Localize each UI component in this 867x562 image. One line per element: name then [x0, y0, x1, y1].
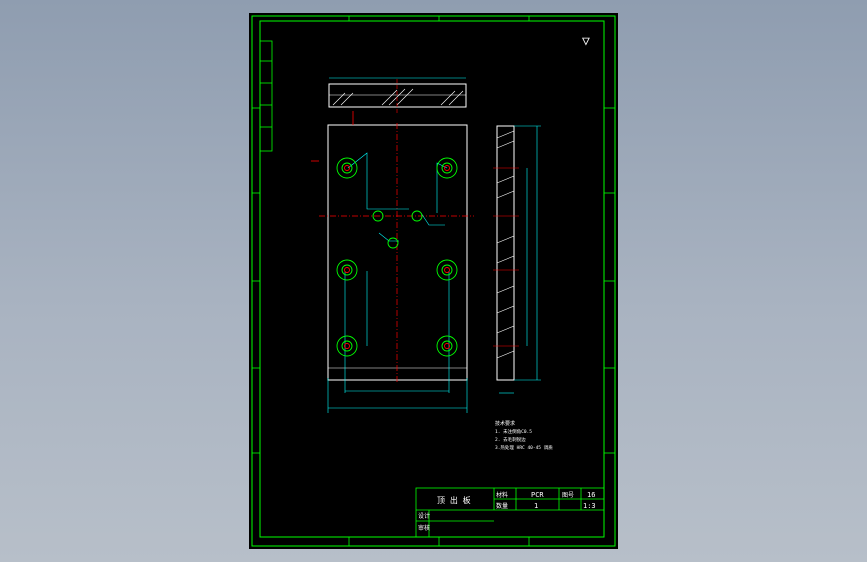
note-2: 2. 去毛刺锐边 [495, 436, 526, 443]
top-section-view [328, 77, 467, 113]
note-1: 1. 未注倒角C0.5 [495, 428, 532, 435]
technical-notes: 技术要求 1. 未注倒角C0.5 2. 去毛刺锐边 3.热处理 HRC 40-4… [495, 420, 553, 451]
material-value: PCR [531, 491, 544, 499]
cad-drawing: ▽ 技术要求 1. 未注倒角C0.5 2. 去毛刺锐边 3.热处理 HRC 40… [251, 15, 616, 547]
drawing-no-label: 图号 [562, 492, 574, 499]
part-name: 顶 出 板 [437, 495, 471, 505]
checker-label: 审核 [418, 524, 430, 532]
outer-frame [251, 15, 616, 547]
quantity-value: 1 [534, 502, 538, 510]
quantity-label: 数量 [496, 502, 508, 510]
notes-title: 技术要求 [495, 420, 515, 427]
drawing-no-value: 16 [587, 491, 595, 499]
designer-label: 设计 [418, 512, 430, 520]
title-block: 顶 出 板 材料 PCR 数量 1 图号 16 1:3 设计 审核 [415, 487, 605, 538]
inner-frame [259, 20, 605, 538]
side-section-view [493, 125, 541, 394]
material-label: 材料 [496, 491, 508, 499]
scale-value: 1:3 [583, 502, 596, 510]
roughness-symbol: ▽ [582, 34, 590, 49]
note-3: 3.热处理 HRC 40-45 调质 [495, 444, 553, 451]
zone-ticks [252, 16, 615, 546]
side-stamp-strip [259, 40, 273, 152]
front-view [311, 111, 474, 413]
drawing-sheet: ▽ 技术要求 1. 未注倒角C0.5 2. 去毛刺锐边 3.热处理 HRC 40… [249, 13, 618, 549]
